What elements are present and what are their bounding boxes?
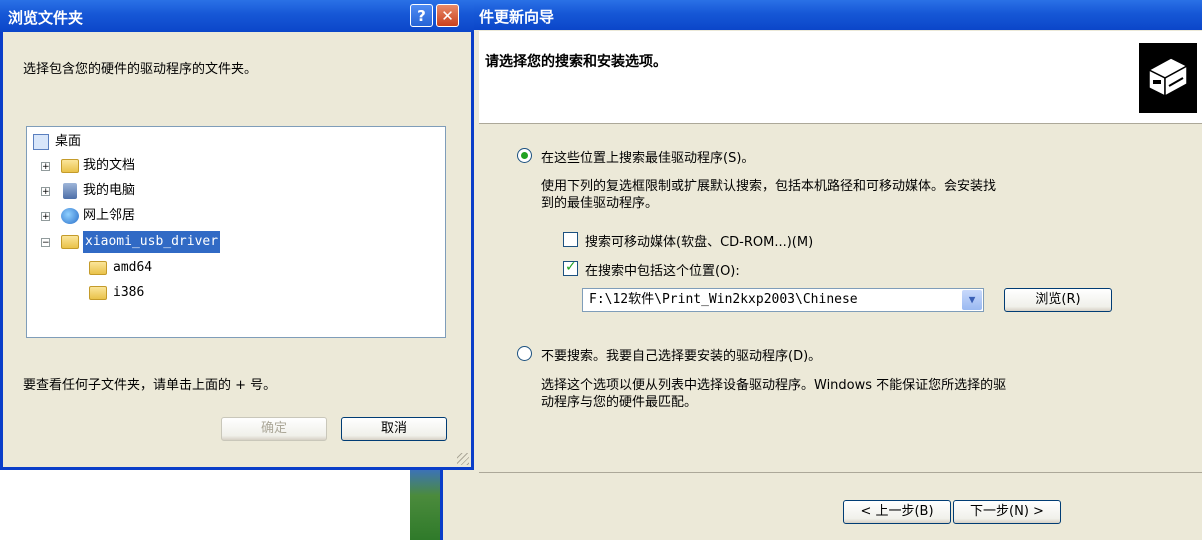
tree-item-network[interactable]: + 网上邻居 bbox=[41, 205, 341, 227]
browse-hint: 要查看任何子文件夹，请单击上面的 + 号。 bbox=[23, 378, 277, 393]
expand-icon[interactable]: + bbox=[41, 212, 50, 222]
include-location-checkbox[interactable] bbox=[563, 259, 578, 276]
folder-icon bbox=[89, 261, 107, 275]
close-button[interactable]: ✕ bbox=[436, 4, 459, 27]
desktop-icon bbox=[33, 134, 49, 150]
tree-item-amd64[interactable]: amd64 bbox=[89, 257, 289, 279]
browse-button[interactable]: 浏览(R) bbox=[1004, 288, 1112, 312]
search-option-label[interactable]: 在这些位置上搜索最佳驱动程序(S)。 bbox=[541, 147, 754, 166]
browse-folder-dialog: 浏览文件夹 ? ✕ 选择包含您的硬件的驱动程序的文件夹。 桌面 + 我的文档 +… bbox=[0, 0, 474, 470]
expand-icon[interactable]: + bbox=[41, 187, 50, 197]
footer-divider bbox=[479, 472, 1202, 473]
collapse-icon[interactable]: − bbox=[41, 238, 50, 248]
wizard-body: 在这些位置上搜索最佳驱动程序(S)。 使用下列的复选框限制或扩展默认搜索，包括本… bbox=[479, 124, 1202, 540]
tree-item-label: amd64 bbox=[113, 260, 153, 275]
tree-item-my-computer[interactable]: + 我的电脑 bbox=[41, 180, 341, 202]
no-search-option-radio[interactable] bbox=[517, 346, 532, 361]
folder-tree[interactable]: 桌面 + 我的文档 + 我的电脑 + 网上邻居 − xiaomi_usb_dri… bbox=[26, 126, 446, 338]
expand-icon[interactable]: + bbox=[41, 162, 50, 172]
browse-description: 选择包含您的硬件的驱动程序的文件夹。 bbox=[23, 62, 258, 77]
tree-item-xiaomi-usb-driver[interactable]: − xiaomi_usb_driver bbox=[41, 231, 341, 253]
search-option-description-2: 到的最佳驱动程序。 bbox=[541, 196, 659, 211]
computer-icon bbox=[63, 183, 77, 199]
chevron-down-icon[interactable]: ▼ bbox=[962, 290, 982, 310]
hardware-icon bbox=[1139, 43, 1197, 113]
wizard-header-text: 请选择您的搜索和安装选项。 bbox=[485, 54, 667, 70]
tree-item-my-documents[interactable]: + 我的文档 bbox=[41, 155, 341, 177]
open-folder-icon bbox=[61, 235, 79, 249]
no-search-option-description-2: 动程序与您的硬件最匹配。 bbox=[541, 395, 698, 410]
help-button[interactable]: ? bbox=[410, 4, 433, 27]
wizard-title: 件更新向导 bbox=[479, 8, 555, 26]
cancel-button[interactable]: 取消 bbox=[341, 417, 447, 441]
removable-media-label[interactable]: 搜索可移动媒体(软盘、CD-ROM...)(M) bbox=[585, 231, 813, 250]
browse-title: 浏览文件夹 bbox=[8, 9, 84, 27]
back-button[interactable]: < 上一步(B) bbox=[843, 500, 951, 524]
documents-folder-icon bbox=[61, 159, 79, 173]
resize-grip[interactable] bbox=[457, 453, 469, 465]
tree-item-label: 我的电脑 bbox=[83, 183, 136, 198]
tree-item-label: 我的文档 bbox=[83, 158, 136, 173]
browse-titlebar[interactable]: 浏览文件夹 ? ✕ bbox=[0, 0, 474, 32]
wizard-header: 请选择您的搜索和安装选项。 bbox=[479, 31, 1202, 124]
network-globe-icon bbox=[61, 208, 79, 224]
folder-icon bbox=[89, 286, 107, 300]
tree-item-label: i386 bbox=[113, 285, 145, 300]
tree-item-i386[interactable]: i386 bbox=[89, 282, 289, 304]
next-button[interactable]: 下一步(N) > bbox=[953, 500, 1061, 524]
include-location-label[interactable]: 在搜索中包括这个位置(O): bbox=[585, 260, 740, 279]
ok-button[interactable]: 确定 bbox=[221, 417, 327, 441]
removable-media-checkbox[interactable] bbox=[563, 232, 578, 247]
tree-item-label: 桌面 bbox=[55, 134, 82, 149]
no-search-option-label[interactable]: 不要搜索。我要自己选择要安装的驱动程序(D)。 bbox=[541, 345, 821, 364]
hardware-update-wizard: 件更新向导 请选择您的搜索和安装选项。 在这些位置上搜索最佳驱动程序(S)。 使… bbox=[440, 0, 1202, 540]
location-path-value: F:\12软件\Print_Win2kxp2003\Chinese bbox=[589, 292, 858, 307]
wizard-titlebar[interactable]: 件更新向导 bbox=[443, 0, 1202, 30]
tree-item-label: 网上邻居 bbox=[83, 208, 136, 223]
search-option-radio[interactable] bbox=[517, 148, 532, 163]
tree-item-label-selected: xiaomi_usb_driver bbox=[83, 231, 221, 253]
location-path-combobox[interactable]: F:\12软件\Print_Win2kxp2003\Chinese ▼ bbox=[582, 288, 984, 312]
